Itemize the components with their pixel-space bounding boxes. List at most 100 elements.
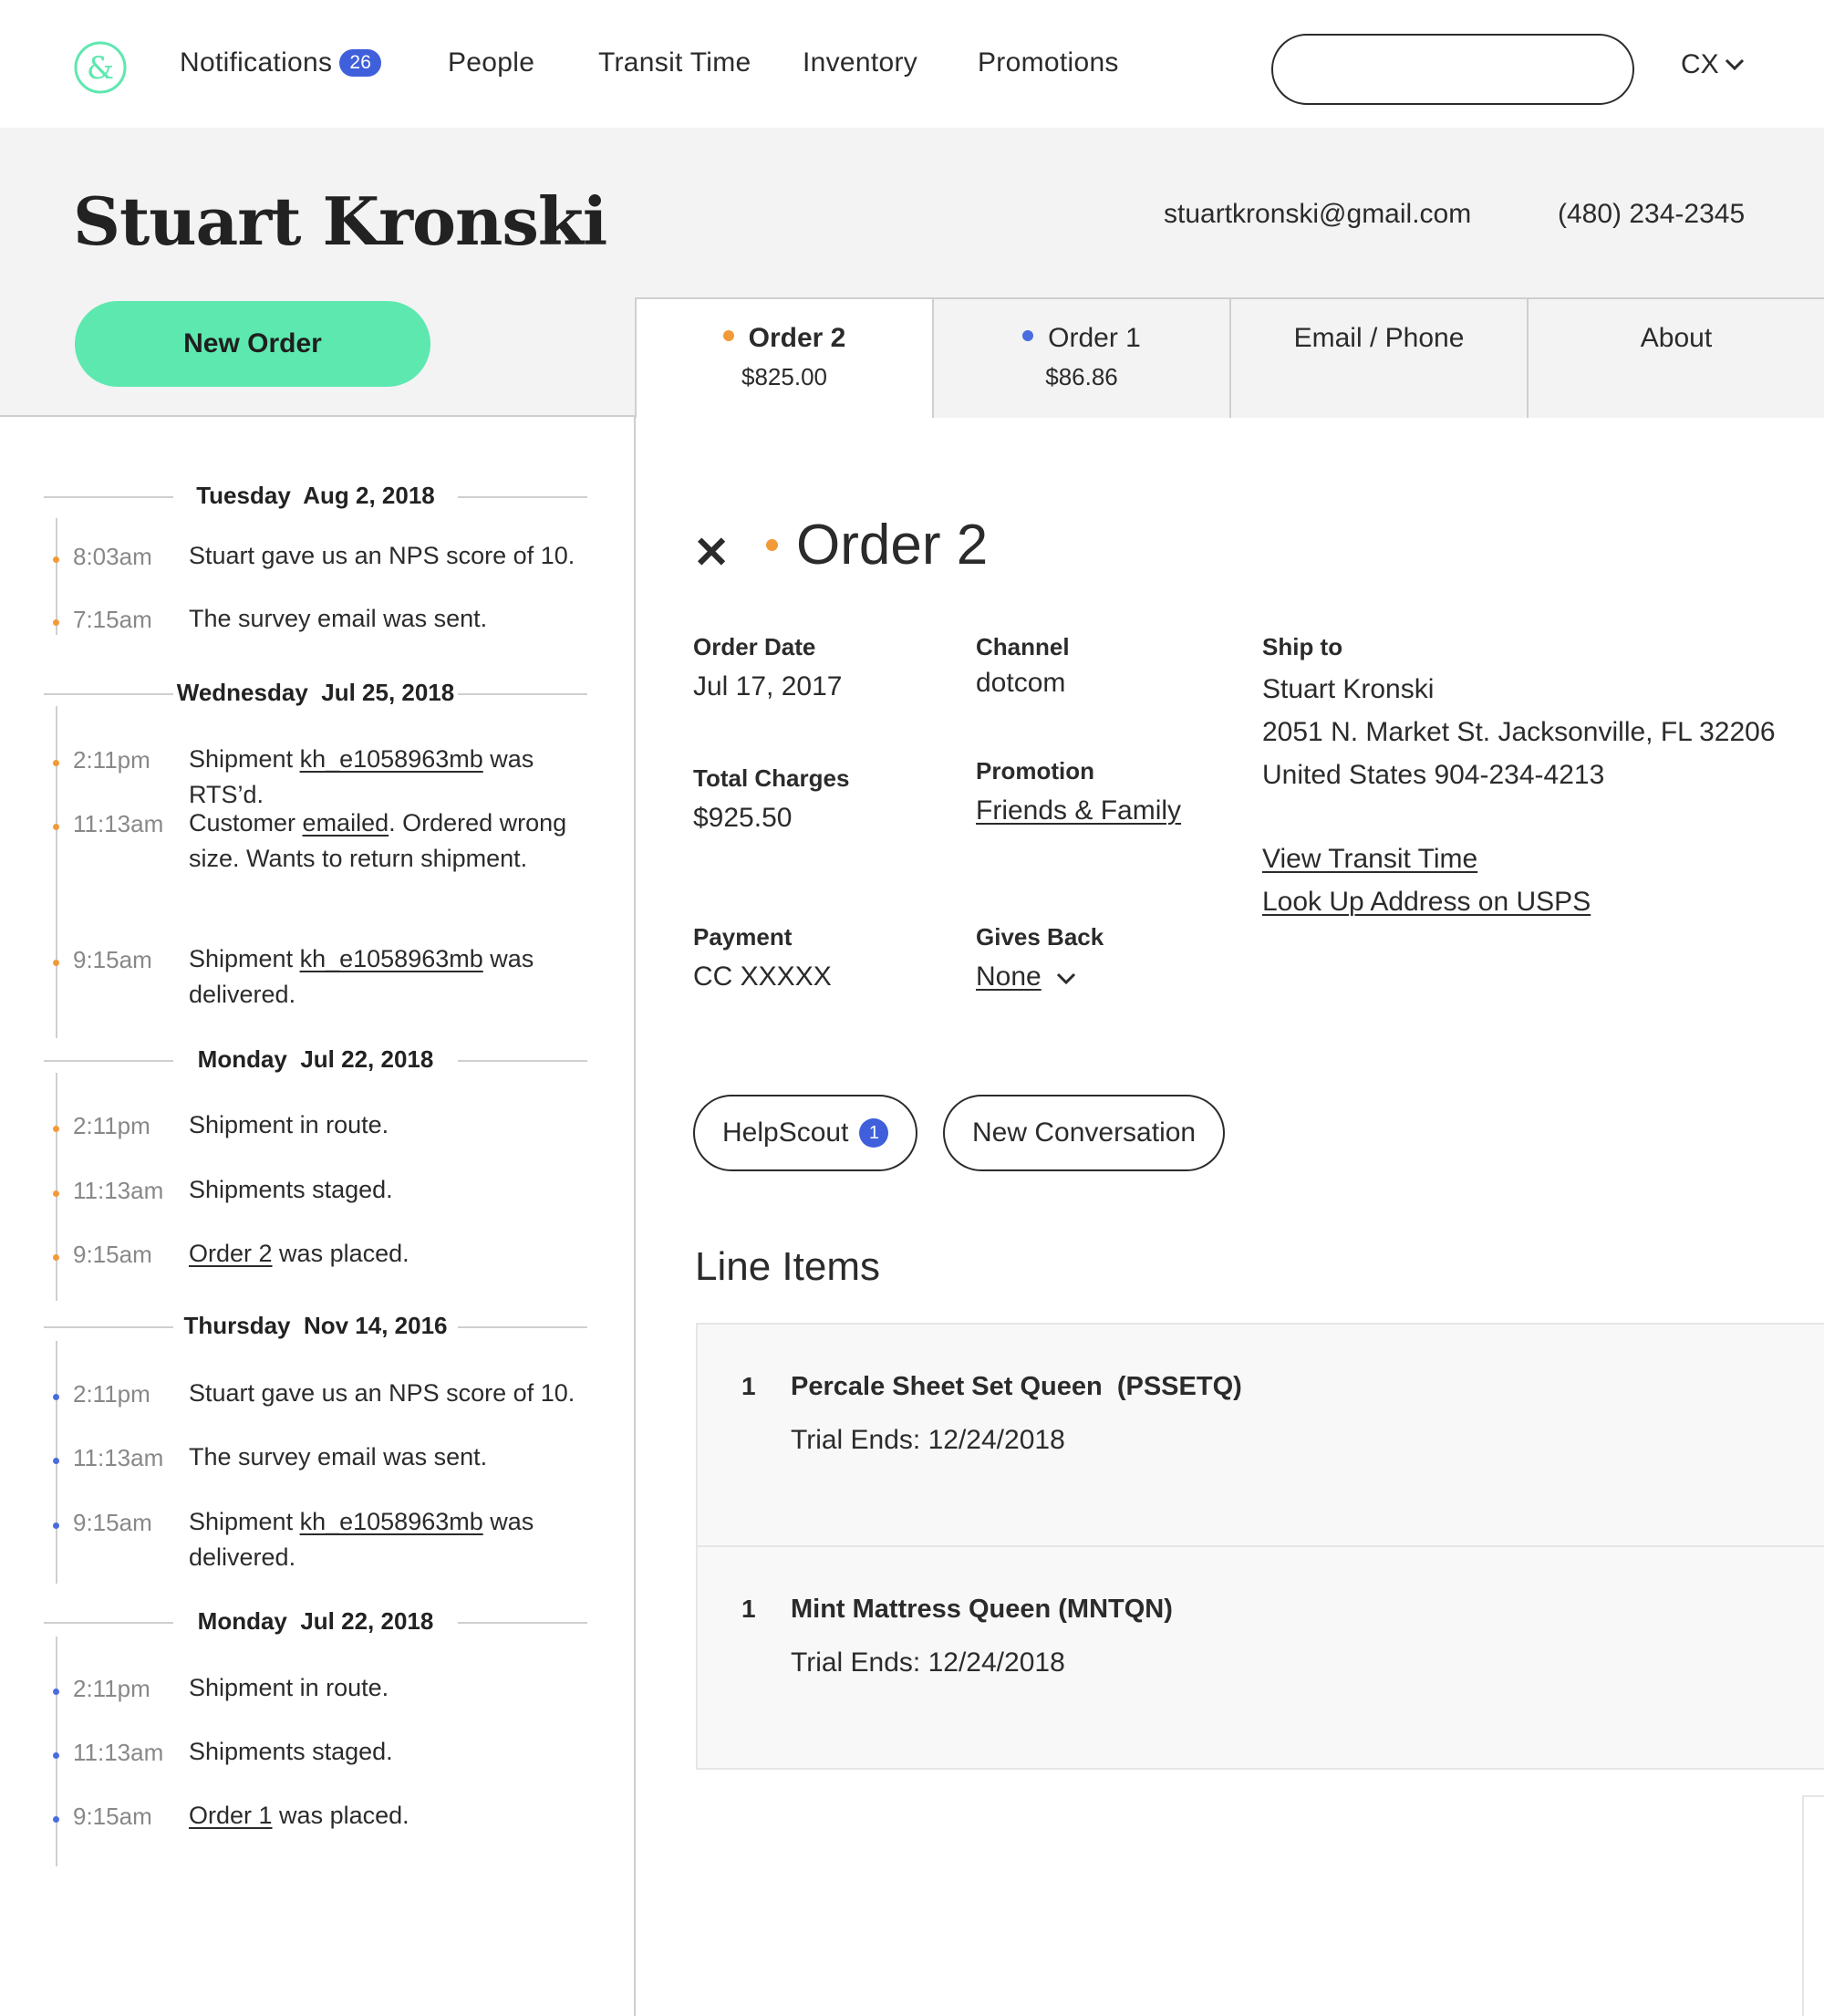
event-text-part: Stuart gave us an NPS score of 10. [189,542,575,569]
event-link[interactable]: kh_e1058963mb [300,1508,483,1535]
helpscout-button[interactable]: HelpScout 1 [693,1095,918,1171]
timeline-dot-icon [53,960,59,966]
event-time: 11:13am [73,1444,164,1471]
channel-value: dotcom [976,668,1066,698]
ampersand-logo-icon[interactable]: & [73,40,128,95]
gives-back-dropdown[interactable]: None [976,961,1076,992]
event-link[interactable]: Order 1 [189,1802,273,1829]
user-menu[interactable]: CX [1681,49,1745,80]
timeline-date-header: Monday Jul 22, 2018 [44,1042,587,1078]
tab-order-2[interactable]: Order 2 $825.00 [635,297,934,418]
helpscout-count-badge: 1 [859,1118,889,1148]
timeline-date: Wednesday Jul 25, 2018 [176,679,455,706]
line-item-name: Mint Mattress Queen (MNTQN) [791,1595,1173,1624]
chevron-down-icon [1057,972,1076,985]
event-link[interactable]: Order 2 [189,1240,273,1267]
timeline-date-header: Monday Jul 22, 2018 [44,1604,587,1640]
svg-text:&: & [87,50,114,87]
tab-order-1[interactable]: Order 1 $86.86 [932,297,1231,418]
promotion-link[interactable]: Friends & Family [976,795,1181,826]
notifications-count-badge: 26 [339,49,382,77]
event-text-part: was placed. [272,1802,409,1829]
ship-links: View Transit Time Look Up Address on USP… [1262,837,1591,923]
event-text-part: Shipment [189,1508,300,1535]
event-text: Shipment in route. [189,1107,608,1143]
search-input[interactable] [1271,34,1634,105]
event-time: 8:03am [73,543,152,570]
tab-email-phone-label: Email / Phone [1293,323,1465,353]
view-transit-time-link[interactable]: View Transit Time [1262,844,1477,874]
timeline-dot-icon [53,1458,59,1464]
tab-order-1-amount: $86.86 [1045,363,1118,390]
order-title-text: Order 2 [796,514,989,577]
event-text-part: Shipment [189,745,300,773]
line-item-quantity: 1 [741,1595,756,1623]
divider [44,496,173,498]
user-menu-label: CX [1681,49,1719,79]
tab-order-2-amount: $825.00 [741,363,827,390]
column-divider [634,416,636,2016]
timeline-dot-icon [53,1394,59,1400]
divider [44,1622,173,1624]
event-time: 9:15am [73,1241,152,1268]
close-icon[interactable]: ✕ [693,527,730,578]
top-nav: & Notifications 26 People Transit Time In… [0,0,1824,128]
tab-about[interactable]: About [1527,297,1824,418]
timeline-dot-icon [53,824,59,830]
order-title: Order 2 [766,513,988,577]
divider [44,693,173,695]
new-order-button[interactable]: New Order [75,301,430,387]
side-panel-edge [1802,1795,1824,2016]
event-text: Order 2 was placed. [189,1236,608,1272]
event-link[interactable]: emailed [303,809,389,837]
divider [44,1060,173,1062]
usps-lookup-link[interactable]: Look Up Address on USPS [1262,887,1591,917]
event-text: Shipment kh_e1058963mb was delivered. [189,941,608,1013]
timeline-date-header: Thursday Nov 14, 2016 [44,1308,587,1345]
line-item[interactable]: 1 Percale Sheet Set Queen (PSSETQ) Trial… [698,1325,1824,1547]
timeline-dot-icon [53,619,59,626]
nav-inventory[interactable]: Inventory [803,47,917,78]
timeline-date-header: Tuesday Aug 2, 2018 [44,478,587,514]
payment-label: Payment [693,923,793,951]
event-text-part: Stuart gave us an NPS score of 10. [189,1379,575,1407]
event-time: 7:15am [73,606,152,633]
event-link[interactable]: kh_e1058963mb [300,945,483,972]
divider [44,1326,173,1328]
event-text: Shipments staged. [189,1734,608,1770]
timeline-date: Thursday Nov 14, 2016 [183,1312,448,1339]
timeline-dot-icon [53,1752,59,1759]
divider [458,1060,587,1062]
event-time: 2:11pm [73,1112,150,1139]
customer-name: Stuart Kronski [73,182,607,260]
line-item-quantity: 1 [741,1372,756,1400]
event-text: Order 1 was placed. [189,1798,608,1834]
event-text-part: Customer [189,809,303,837]
timeline-dot-icon [53,1254,59,1261]
tab-email-phone[interactable]: Email / Phone [1229,297,1529,418]
customer-email[interactable]: stuartkronski@gmail.com [1164,199,1471,230]
timeline-dot-icon [53,1522,59,1529]
event-text: Shipment in route. [189,1670,608,1706]
order-date-label: Order Date [693,633,816,660]
event-text: The survey email was sent. [189,1439,608,1475]
line-item-trial: Trial Ends: 12/24/2018 [791,1425,1065,1455]
nav-transit-time[interactable]: Transit Time [598,47,751,78]
customer-phone[interactable]: (480) 234-2345 [1558,199,1745,230]
line-item-name: Percale Sheet Set Queen (PSSETQ) [791,1372,1242,1401]
customer-tabs: Order 2 $825.00 Order 1 $86.86 Email / P… [635,297,1824,418]
event-text: Shipment kh_e1058963mb was RTS’d. [189,742,608,813]
nav-notifications[interactable]: Notifications 26 [180,47,382,78]
nav-promotions[interactable]: Promotions [978,47,1119,78]
order-1-dot-icon [1022,330,1034,341]
event-time: 11:13am [73,1739,164,1766]
nav-people[interactable]: People [448,47,534,78]
total-charges-value: $925.50 [693,803,793,833]
event-time: 11:13am [73,810,164,837]
timeline-dot-icon [53,1816,59,1823]
event-link[interactable]: kh_e1058963mb [300,745,483,773]
line-item[interactable]: 1 Mint Mattress Queen (MNTQN) Trial Ends… [698,1547,1824,1770]
event-text: Stuart gave us an NPS score of 10. [189,538,608,574]
new-conversation-button[interactable]: New Conversation [943,1095,1226,1171]
line-items-title: Line Items [695,1244,880,1289]
